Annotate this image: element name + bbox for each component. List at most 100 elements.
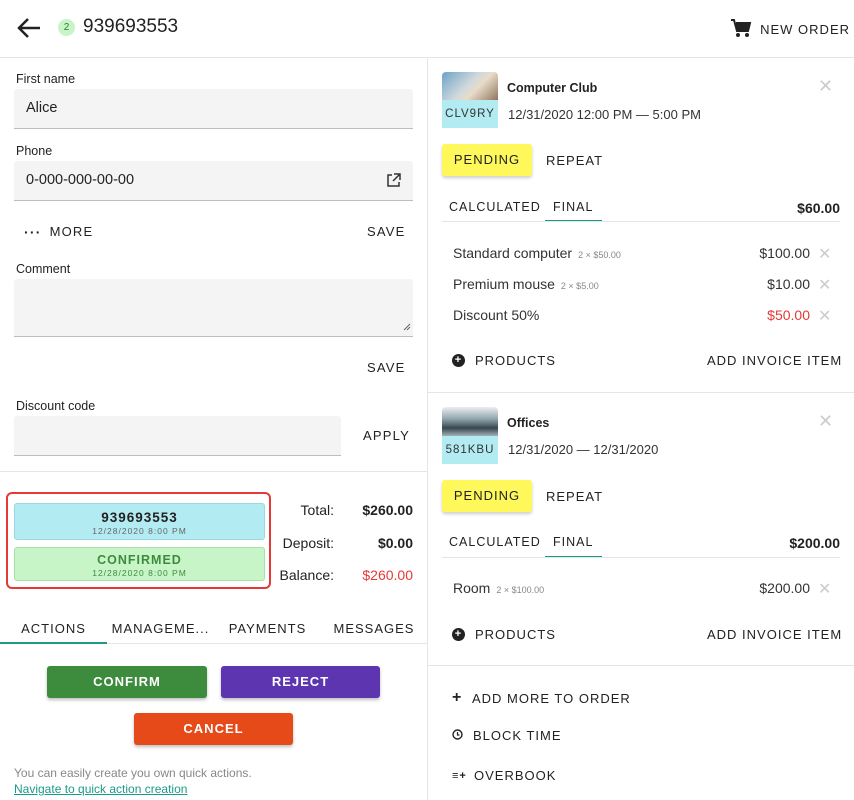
first-name-field[interactable]: Alice (14, 89, 413, 129)
repeat-button[interactable]: REPEAT (546, 153, 603, 168)
comment-textarea[interactable] (14, 279, 413, 337)
item-name: Room (453, 580, 491, 596)
tab-management[interactable]: MANAGEME... (107, 621, 214, 636)
reservation-name: Offices (507, 416, 550, 430)
tab-final[interactable]: FINAL (553, 535, 593, 549)
page-title: 939693553 (83, 16, 179, 37)
item-price: $10.00 (767, 276, 810, 292)
first-name-value: Alice (26, 100, 58, 116)
reservation-total: $60.00 (797, 200, 840, 216)
save-comment-button[interactable]: SAVE (367, 360, 406, 375)
reservation-time: 12/31/2020 — 12/31/2020 (508, 442, 659, 457)
deposit-value: $0.00 (377, 535, 413, 551)
tab-payments[interactable]: PAYMENTS (214, 621, 321, 636)
item-price: $50.00 (767, 307, 810, 323)
back-arrow-icon[interactable] (16, 16, 42, 40)
deposit-label: Deposit: (282, 535, 334, 551)
reservation-divider (428, 665, 854, 666)
cart-icon (730, 18, 752, 41)
line-item: Standard computer 2 × $50.00 (453, 245, 621, 261)
balance-label: Balance: (279, 567, 334, 583)
confirmed-chip[interactable]: CONFIRMED 12/28/2020 8:00 PM (14, 547, 265, 581)
phone-value: 0-000-000-00-00 (26, 172, 135, 188)
first-name-label: First name (16, 72, 76, 86)
block-time-button[interactable]: BLOCK TIME (452, 728, 562, 743)
offices-thumbnail (442, 407, 498, 437)
tab-calculated[interactable]: CALCULATED (449, 200, 541, 214)
panel-divider (427, 57, 428, 800)
tab-final[interactable]: FINAL (553, 200, 593, 214)
more-label: MORE (49, 224, 94, 239)
add-invoice-item-button[interactable]: ADD INVOICE ITEM (707, 353, 842, 368)
products-label: PRODUCTS (475, 627, 556, 642)
item-qty: 2 × $5.00 (560, 281, 599, 291)
products-label: PRODUCTS (475, 353, 556, 368)
quick-action-link[interactable]: Navigate to quick action creation (14, 782, 187, 796)
reservation-total: $200.00 (789, 535, 840, 551)
discount-code-field[interactable] (14, 416, 341, 456)
reservation-code-badge: 581KBU (442, 436, 498, 464)
save-customer-button[interactable]: SAVE (367, 224, 406, 239)
item-name: Discount 50% (453, 307, 540, 323)
clock-icon (452, 728, 463, 743)
remove-item-icon[interactable]: ✕ (818, 579, 831, 599)
comment-label: Comment (16, 262, 71, 276)
reservation-divider (428, 392, 854, 393)
subtabs-divider (442, 221, 840, 222)
remove-item-icon[interactable]: ✕ (818, 244, 831, 264)
close-icon[interactable]: ✕ (818, 411, 833, 432)
item-price: $200.00 (759, 580, 810, 596)
tab-calculated[interactable]: CALCULATED (449, 535, 541, 549)
tab-actions[interactable]: ACTIONS (0, 621, 107, 636)
pending-status-button[interactable]: PENDING (442, 480, 532, 512)
add-circle-icon: + (452, 628, 465, 641)
add-circle-icon: + (452, 354, 465, 367)
subtabs-divider (442, 557, 840, 558)
add-more-to-order-button[interactable]: + ADD MORE TO ORDER (452, 689, 631, 707)
pending-status-button[interactable]: PENDING (442, 144, 532, 176)
cancel-button[interactable]: CANCEL (134, 713, 293, 745)
tab-indicator (0, 642, 107, 644)
reservation-time: 12/31/2020 12:00 PM — 5:00 PM (508, 107, 701, 122)
line-item: Discount 50% (453, 307, 539, 323)
order-chip[interactable]: 939693553 12/28/2020 8:00 PM (14, 503, 265, 540)
discount-code-label: Discount code (16, 399, 96, 413)
more-button[interactable]: ··· MORE (24, 224, 93, 239)
reservation-code-badge: CLV9RY (442, 100, 498, 128)
external-link-icon[interactable] (386, 173, 401, 191)
overbook-button[interactable]: ≡+ OVERBOOK (452, 768, 556, 783)
computer-club-thumbnail (442, 72, 498, 102)
resize-handle-icon[interactable] (403, 318, 411, 334)
add-invoice-item-button[interactable]: ADD INVOICE ITEM (707, 627, 842, 642)
confirmed-chip-date: 12/28/2020 8:00 PM (92, 568, 187, 578)
new-order-button[interactable]: NEW ORDER (730, 18, 850, 41)
confirmed-chip-title: CONFIRMED (97, 553, 182, 567)
item-name: Premium mouse (453, 276, 555, 292)
overbook-icon: ≡+ (452, 769, 467, 782)
left-divider (0, 471, 427, 472)
item-price: $100.00 (759, 245, 810, 261)
close-icon[interactable]: ✕ (818, 76, 833, 97)
remove-item-icon[interactable]: ✕ (818, 275, 831, 295)
tab-messages[interactable]: MESSAGES (321, 621, 427, 636)
overbook-label: OVERBOOK (474, 768, 557, 783)
item-qty: 2 × $100.00 (496, 585, 545, 595)
products-button[interactable]: + PRODUCTS (452, 353, 556, 368)
total-label: Total: (300, 502, 334, 518)
balance-value: $260.00 (362, 567, 413, 583)
total-value: $260.00 (362, 502, 413, 518)
repeat-button[interactable]: REPEAT (546, 489, 603, 504)
phone-field[interactable]: 0-000-000-00-00 (14, 161, 413, 201)
apply-discount-button[interactable]: APPLY (363, 428, 410, 443)
products-button[interactable]: + PRODUCTS (452, 627, 556, 642)
new-order-label: NEW ORDER (760, 22, 850, 37)
item-name: Standard computer (453, 245, 573, 261)
line-item: Premium mouse 2 × $5.00 (453, 276, 599, 292)
phone-label: Phone (16, 144, 53, 158)
confirm-button[interactable]: CONFIRM (47, 666, 207, 698)
remove-item-icon[interactable]: ✕ (818, 306, 831, 326)
block-time-label: BLOCK TIME (473, 728, 562, 743)
reject-button[interactable]: REJECT (221, 666, 380, 698)
order-chip-date: 12/28/2020 8:00 PM (92, 526, 187, 536)
line-item: Room 2 × $100.00 (453, 580, 544, 596)
